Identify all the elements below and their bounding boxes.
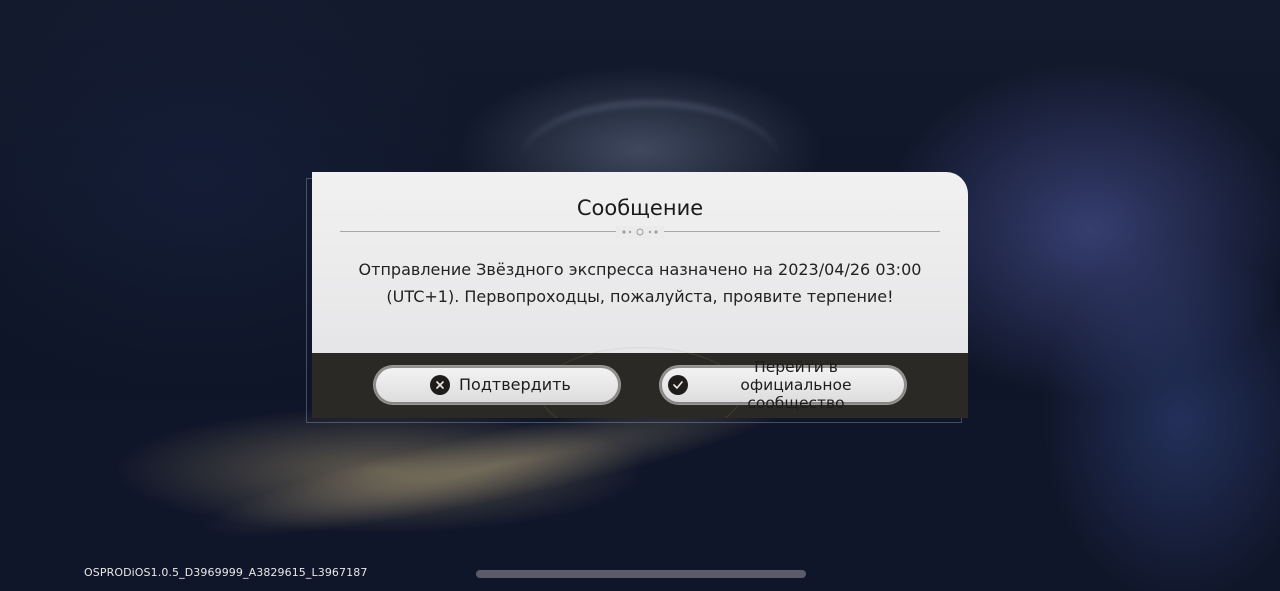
dialog-footer: Подтвердить Перейти в официальное сообще… <box>312 347 968 418</box>
build-version-text: OSPRODiOS1.0.5_D3969999_A3829615_L396718… <box>84 566 368 579</box>
dialog-body: Сообщение Отправление Звёздного экспресс… <box>312 172 968 353</box>
check-circle-icon <box>668 375 688 395</box>
confirm-button-label: Подтвердить <box>459 375 571 394</box>
game-screen: Сообщение Отправление Звёздного экспресс… <box>0 0 1280 591</box>
message-dialog: Сообщение Отправление Звёздного экспресс… <box>312 172 968 418</box>
home-indicator[interactable] <box>476 570 806 578</box>
dialog-title: Сообщение <box>576 196 704 220</box>
official-community-button-label: Перейти в официальное сообщество <box>740 358 852 412</box>
message-line-2: (UTC+1). Первопроходцы, пожалуйста, проя… <box>386 287 894 306</box>
confirm-button[interactable]: Подтвердить <box>374 366 620 404</box>
close-circle-icon <box>430 375 450 395</box>
message-line-1: Отправление Звёздного экспресса назначен… <box>358 260 922 279</box>
dialog-message: Отправление Звёздного экспресса назначен… <box>352 256 928 310</box>
divider-ornament-icon <box>616 226 664 238</box>
official-community-button[interactable]: Перейти в официальное сообщество <box>660 358 906 412</box>
